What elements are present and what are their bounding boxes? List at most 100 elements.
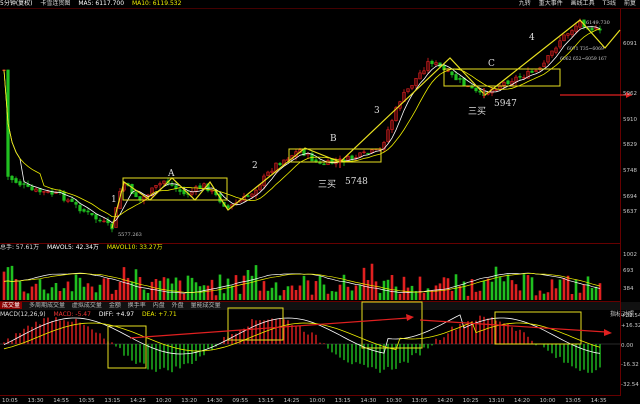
volume-bar — [570, 293, 574, 300]
volume-bar — [142, 289, 146, 300]
candle-body — [506, 80, 510, 84]
volume-bar — [358, 284, 362, 300]
volume-bar — [214, 295, 218, 300]
buy-price-2: 5947 — [494, 99, 517, 109]
candle-body — [134, 192, 138, 198]
time-axis-label: 13:05 — [412, 398, 428, 404]
volume-bar — [374, 281, 378, 300]
price-axis-label: 5748 — [623, 168, 637, 174]
candle-body — [458, 78, 462, 80]
volume-bar — [50, 287, 54, 300]
volume-bar — [58, 290, 62, 300]
time-axis-label: 14:20 — [514, 398, 530, 404]
volume-bar — [206, 285, 210, 300]
volume-bar — [422, 292, 426, 300]
volume-bar — [450, 290, 454, 300]
volume-bar — [294, 289, 298, 300]
candle-body — [22, 183, 26, 185]
price-axis-label: 5694 — [623, 194, 637, 200]
volume-bar — [402, 276, 406, 300]
volume-axis-label: 1002 — [623, 252, 637, 258]
candle-body — [14, 178, 18, 183]
volume-bar — [470, 279, 474, 300]
wave-label-B: B — [330, 134, 337, 144]
volume-bar — [314, 281, 318, 300]
wave-label-2: 2 — [252, 161, 258, 171]
volume-bar — [98, 284, 102, 300]
volume-bar — [278, 295, 282, 300]
volume-bar — [134, 269, 138, 300]
volume-bar — [522, 274, 526, 300]
candle-body — [530, 70, 534, 73]
volume-bar — [490, 281, 494, 300]
volume-bar — [222, 293, 226, 300]
volume-bar — [526, 275, 530, 300]
volume-bar — [594, 286, 598, 300]
ma5-line — [3, 26, 601, 223]
macd-axis-label: +32.54 — [621, 313, 640, 319]
volume-bar — [266, 290, 270, 300]
candle-body — [178, 189, 182, 192]
volume-bar — [582, 284, 586, 300]
volume-bar — [118, 281, 122, 300]
volume-bar — [322, 284, 326, 300]
candle-body — [10, 175, 14, 181]
volume-bar — [270, 287, 274, 300]
candle-body — [138, 196, 142, 201]
candle-body — [174, 185, 178, 189]
volume-bar — [254, 265, 258, 300]
volume-bar — [486, 278, 490, 300]
volume-bar — [342, 274, 346, 300]
time-axis-label: 13:15 — [335, 398, 351, 404]
volume-bar — [346, 286, 350, 300]
volume-bar — [274, 282, 278, 300]
volume-bar — [338, 284, 342, 300]
volume-bar — [446, 278, 450, 300]
macd-axis-label: +16.32 — [621, 323, 640, 329]
candle-body — [30, 186, 34, 191]
volume-bar — [30, 286, 34, 300]
volume-bar — [26, 293, 30, 300]
volume-bar — [106, 278, 110, 300]
dea-line — [3, 321, 601, 352]
divergence-arrow-1-head — [406, 314, 414, 321]
volume-bar — [166, 278, 170, 300]
time-axis-label: 14:55 — [53, 398, 69, 404]
divergence-arrow-2-head — [604, 329, 612, 336]
volume-bar — [542, 293, 546, 300]
time-axis-label: 13:15 — [258, 398, 274, 404]
volume-bar — [6, 267, 10, 300]
candle-body — [82, 209, 86, 212]
volume-bar — [350, 290, 354, 300]
volume-bar — [42, 289, 46, 300]
volume-bar — [590, 287, 594, 300]
time-axis-label: 10:00 — [540, 398, 556, 404]
level-info-1: 6071 T35~6069 — [567, 46, 604, 52]
volume-bar — [586, 276, 590, 300]
volume-bar — [18, 281, 22, 300]
volume-bar — [578, 292, 582, 300]
volume-bar — [554, 288, 558, 300]
volume-bar — [230, 285, 234, 300]
volume-bar — [54, 282, 58, 300]
volume-bar — [530, 277, 534, 300]
price-axis-label: 5637 — [623, 209, 637, 215]
volume-bar — [330, 291, 334, 300]
volume-bar — [558, 279, 562, 300]
candle-body — [314, 159, 318, 163]
volume-bar — [122, 267, 126, 300]
stock-chart[interactable]: 1 A 2 B 3 C 4 三买 5748 三买 5947 6149.730 5577.263 6071 … — [0, 0, 640, 404]
time-axis-label: 09:55 — [232, 398, 248, 404]
volume-bar — [198, 286, 202, 300]
volume-bar — [174, 277, 178, 300]
candle-body — [350, 155, 354, 160]
volume-bar — [534, 295, 538, 300]
candle-body — [430, 60, 434, 65]
candle-body — [86, 210, 90, 213]
time-axis-label: 13:05 — [565, 398, 581, 404]
volume-bar — [114, 289, 118, 300]
volume-bar — [66, 281, 70, 300]
time-axis-label: 10:20 — [156, 398, 172, 404]
volume-bar — [110, 293, 114, 300]
time-axis-label: 10:00 — [309, 398, 325, 404]
